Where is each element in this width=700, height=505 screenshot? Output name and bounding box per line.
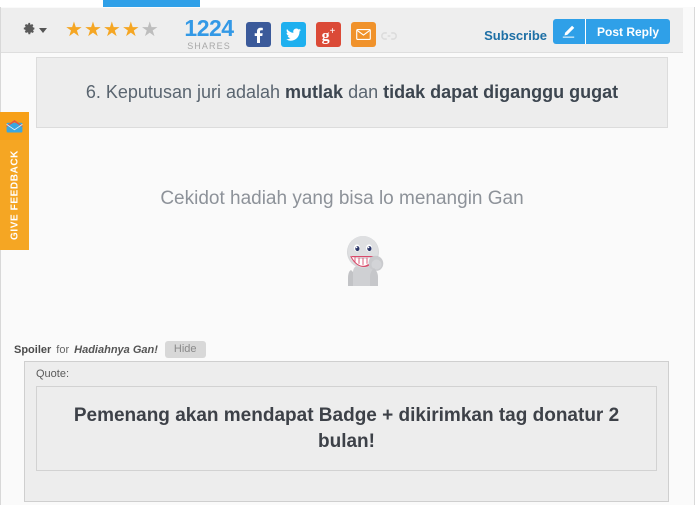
forum-thread-screen: ★ ★ ★ ★ ★ 1224 SHARES g+ Subscribe Post … [0,0,700,505]
post-reply-group: Post Reply [552,19,670,44]
share-googleplus-button[interactable]: g+ [316,22,341,47]
post-headline: Cekidot hadiah yang bisa lo menangin Gan [160,188,524,209]
link-icon [381,32,397,40]
share-counter: 1224 SHARES [181,15,237,52]
star-icon[interactable]: ★ [122,20,140,40]
rule-text-before: Keputusan juri adalah [100,82,286,102]
rule-text: 6. Keputusan juri adalah mutlak dan tida… [74,82,630,103]
quote-text: Pemenang akan mendapat Badge + dikirimka… [73,404,620,452]
rule-number: 6. [85,82,101,102]
google-plus-icon: g+ [321,26,336,45]
share-count-value: 1224 [184,15,234,41]
post-reply-button[interactable]: Post Reply [585,19,670,44]
quote-box: Pemenang akan mendapat Badge + dikirimka… [36,386,657,471]
share-twitter-button[interactable] [281,22,306,47]
spoiler-word: Spoiler [14,343,52,356]
thread-options-button[interactable] [23,22,47,35]
feedback-label-bar[interactable]: GIVE FEEDBACK [0,140,29,250]
share-count-label: SHARES [187,41,231,51]
feedback-label: GIVE FEEDBACK [9,149,20,241]
spoiler-hide-button[interactable]: Hide [164,341,206,358]
star-icon[interactable]: ★ [103,20,121,40]
pencil-icon [563,25,575,38]
envelope-icon [6,119,23,133]
post-toolbar: ★ ★ ★ ★ ★ 1224 SHARES g+ Subscribe Post … [1,8,683,53]
share-facebook-button[interactable] [246,22,271,47]
feedback-icon-box[interactable] [0,112,29,140]
share-email-button[interactable] [351,22,376,47]
chevron-down-icon [39,27,47,33]
copy-link-button[interactable] [381,28,397,46]
active-tab-indicator[interactable] [103,0,200,7]
gear-icon [23,22,35,35]
star-icon-empty[interactable]: ★ [141,20,159,40]
star-icon[interactable]: ★ [84,20,102,40]
spoiler-title: Hadiahnya Gan! [74,343,158,356]
rule-quote-box: 6. Keputusan juri adalah mutlak dan tida… [36,57,668,128]
facebook-icon [254,27,263,43]
quick-reply-button[interactable] [552,19,586,44]
rule-text-middle: dan [343,82,384,102]
envelope-icon [356,29,371,40]
social-share-buttons: g+ [246,22,376,47]
post-body: Cekidot hadiah yang bisa lo menangin Gan [1,128,683,333]
rating-stars[interactable]: ★ ★ ★ ★ ★ [65,20,159,40]
spoiler-header: Spoiler for Hadiahnya Gan! Hide [14,341,206,358]
rule-bold-1: mutlak [285,82,344,102]
rule-bold-2: tidak dapat diganggu gugat [383,82,619,102]
twitter-icon [286,28,301,41]
spoiler-content: Quote: Pemenang akan mendapat Badge + di… [24,361,669,502]
star-icon[interactable]: ★ [65,20,83,40]
top-strip [0,0,700,7]
smiling-character-emoticon [332,228,394,290]
spoiler-for-word: for [56,343,70,356]
subscribe-link[interactable]: Subscribe [484,28,547,43]
quote-label: Quote: [36,368,70,380]
give-feedback-tab[interactable]: GIVE FEEDBACK [0,112,29,250]
right-gutter [694,7,700,505]
